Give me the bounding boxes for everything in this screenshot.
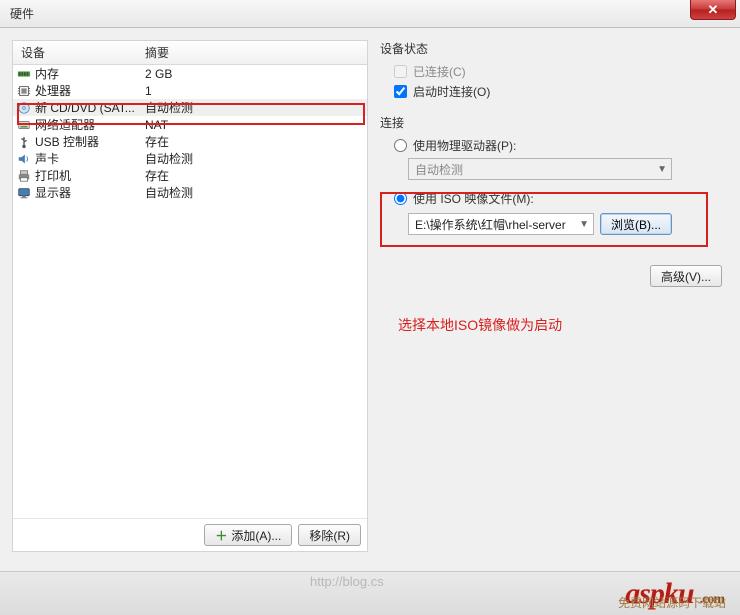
device-summary: 2 GB xyxy=(141,67,367,81)
iso-path-value: E:\操作系统\红帽\rhel-server xyxy=(415,216,566,233)
device-summary: 1 xyxy=(141,84,367,98)
connected-label: 已连接(C) xyxy=(413,63,466,80)
connection-group: 连接 使用物理驱动器(P): 自动检测 ▼ 使用 ISO 映像文件(M): E:… xyxy=(380,114,728,235)
device-panel: 设备 摘要 内存2 GB处理器1新 CD/DVD (SAT...自动检测网络适配… xyxy=(12,40,368,552)
advanced-row: 高级(V)... xyxy=(380,265,728,287)
footer: http://blog.cs aspku .com 免费网站源码下载站 xyxy=(0,571,740,615)
connected-checkbox xyxy=(394,65,407,78)
advanced-button[interactable]: 高级(V)... xyxy=(650,265,722,287)
device-name: 内存 xyxy=(35,65,59,82)
use-physical-row[interactable]: 使用物理驱动器(P): xyxy=(394,137,728,154)
plus-icon: ＋ xyxy=(215,527,227,544)
remove-label: 移除(R) xyxy=(309,527,350,544)
device-name: 新 CD/DVD (SAT... xyxy=(35,99,135,116)
browse-button[interactable]: 浏览(B)... xyxy=(600,213,672,235)
device-row[interactable]: USB 控制器 存在 xyxy=(13,133,367,150)
device-name: 处理器 xyxy=(35,82,71,99)
chevron-down-icon: ▼ xyxy=(657,164,667,175)
watermark-url: http://blog.cs xyxy=(310,574,384,589)
memory-icon xyxy=(17,67,31,81)
titlebar: 硬件 ✕ xyxy=(0,0,740,28)
close-icon: ✕ xyxy=(708,2,719,18)
device-name: 打印机 xyxy=(35,167,71,184)
close-button[interactable]: ✕ xyxy=(690,0,736,20)
iso-path-combo[interactable]: E:\操作系统\红帽\rhel-server ▼ xyxy=(408,213,594,235)
nic-icon xyxy=(17,118,31,132)
physical-drive-value: 自动检测 xyxy=(415,161,463,178)
sound-icon xyxy=(17,152,31,166)
device-name: 声卡 xyxy=(35,150,59,167)
device-name: 网络适配器 xyxy=(35,116,95,133)
usb-icon xyxy=(17,135,31,149)
device-table-header: 设备 摘要 xyxy=(13,41,367,65)
col-summary[interactable]: 摘要 xyxy=(141,44,367,61)
connect-poweron-checkbox[interactable] xyxy=(394,85,407,98)
dialog-body: 设备 摘要 内存2 GB处理器1新 CD/DVD (SAT...自动检测网络适配… xyxy=(0,28,740,564)
connected-row: 已连接(C) xyxy=(394,63,728,80)
device-list: 内存2 GB处理器1新 CD/DVD (SAT...自动检测网络适配器NATUS… xyxy=(13,65,367,201)
device-row[interactable]: 打印机 存在 xyxy=(13,167,367,184)
iso-row: E:\操作系统\红帽\rhel-server ▼ 浏览(B)... xyxy=(408,213,728,235)
device-status-group: 设备状态 已连接(C) 启动时连接(O) xyxy=(380,40,728,100)
device-summary: NAT xyxy=(141,118,367,132)
watermark-cn: 免费网站源码下载站 xyxy=(618,594,726,611)
device-row[interactable]: 新 CD/DVD (SAT... 自动检测 xyxy=(13,99,367,116)
use-physical-radio[interactable] xyxy=(394,139,407,152)
browse-label: 浏览(B)... xyxy=(611,218,661,232)
connect-poweron-row[interactable]: 启动时连接(O) xyxy=(394,83,728,100)
device-row[interactable]: 内存 2 GB xyxy=(13,65,367,82)
device-row[interactable]: 声卡 自动检测 xyxy=(13,150,367,167)
printer-icon xyxy=(17,169,31,183)
advanced-label: 高级(V)... xyxy=(661,268,711,285)
device-row[interactable]: 网络适配器 NAT xyxy=(13,116,367,133)
device-summary: 自动检测 xyxy=(141,184,367,201)
use-iso-row[interactable]: 使用 ISO 映像文件(M): xyxy=(394,190,728,207)
use-physical-label: 使用物理驱动器(P): xyxy=(413,137,516,154)
physical-drive-combo: 自动检测 ▼ xyxy=(408,158,672,180)
col-device[interactable]: 设备 xyxy=(13,44,141,61)
device-row[interactable]: 处理器 1 xyxy=(13,82,367,99)
cpu-icon xyxy=(17,84,31,98)
disc-icon xyxy=(17,101,31,115)
add-label: 添加(A)... xyxy=(231,527,281,544)
connect-poweron-label: 启动时连接(O) xyxy=(413,83,490,100)
device-summary: 存在 xyxy=(141,167,367,184)
device-status-title: 设备状态 xyxy=(380,40,728,57)
use-iso-label: 使用 ISO 映像文件(M): xyxy=(413,190,534,207)
device-name: 显示器 xyxy=(35,184,71,201)
use-iso-radio[interactable] xyxy=(394,192,407,205)
device-name: USB 控制器 xyxy=(35,133,99,150)
annotation-text: 选择本地ISO镜像做为启动 xyxy=(398,315,562,335)
settings-panel: 设备状态 已连接(C) 启动时连接(O) 连接 使用物理驱动器(P): 自动检测… xyxy=(380,40,728,552)
device-summary: 自动检测 xyxy=(141,150,367,167)
device-buttons: ＋ 添加(A)... 移除(R) xyxy=(13,518,367,551)
add-device-button[interactable]: ＋ 添加(A)... xyxy=(204,524,292,546)
window-title: 硬件 xyxy=(10,5,34,22)
device-summary: 自动检测 xyxy=(141,99,367,116)
remove-device-button[interactable]: 移除(R) xyxy=(298,524,361,546)
display-icon xyxy=(17,186,31,200)
device-row[interactable]: 显示器 自动检测 xyxy=(13,184,367,201)
device-summary: 存在 xyxy=(141,133,367,150)
chevron-down-icon[interactable]: ▼ xyxy=(579,219,589,230)
connection-title: 连接 xyxy=(380,114,728,131)
